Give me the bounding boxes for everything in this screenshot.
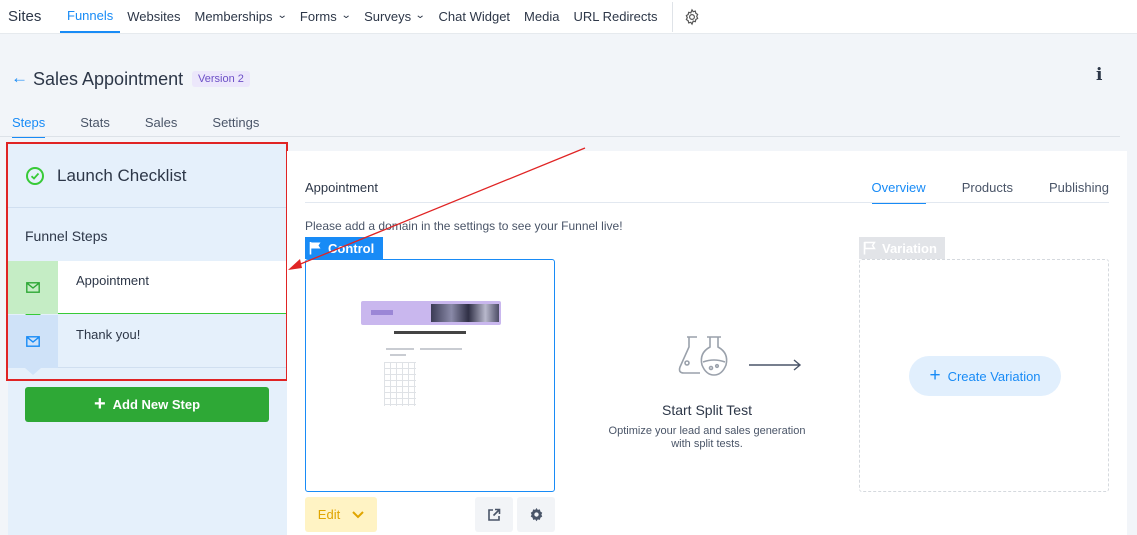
nav-chat-widget-label: Chat Widget xyxy=(438,9,511,24)
mail-icon xyxy=(8,315,58,368)
header-divider xyxy=(0,136,1120,137)
flag-icon xyxy=(309,242,321,255)
create-variation-button[interactable]: + Create Variation xyxy=(909,356,1061,396)
brand-label: Sites xyxy=(8,8,42,25)
step-tabs: Overview Products Publishing xyxy=(836,180,1109,204)
tab-sales[interactable]: Sales xyxy=(145,115,178,138)
chevron-down-icon: ⌄ xyxy=(414,10,426,21)
funnel-step-appointment[interactable]: Appointment xyxy=(8,261,287,321)
control-page-preview[interactable] xyxy=(305,259,555,492)
launch-checklist[interactable]: Launch Checklist xyxy=(8,144,287,208)
nav-websites-label: Websites xyxy=(127,9,181,24)
thumbnail-calendar xyxy=(384,362,416,406)
tab-steps[interactable]: Steps xyxy=(12,115,46,138)
arrow-right-icon xyxy=(749,358,803,375)
control-tag: Control xyxy=(305,237,383,259)
thumbnail-logo xyxy=(371,310,393,315)
nav-chat-widget[interactable]: Chat Widget xyxy=(432,0,518,33)
nav-websites[interactable]: Websites xyxy=(120,0,187,33)
domain-notice: Please add a domain in the settings to s… xyxy=(305,219,623,233)
version-badge: Version 2 xyxy=(192,71,250,87)
mail-icon xyxy=(8,261,58,314)
tab-stats[interactable]: Stats xyxy=(80,115,110,138)
launch-checklist-label: Launch Checklist xyxy=(57,165,187,185)
nav-memberships[interactable]: Memberships ⌄ xyxy=(187,0,292,33)
chevron-down-icon: ⌄ xyxy=(276,10,288,21)
thumbnail-line xyxy=(390,354,406,356)
tab-publishing[interactable]: Publishing xyxy=(1049,180,1109,204)
step-settings-button[interactable] xyxy=(517,497,555,532)
page-tabs: Steps Stats Sales Settings xyxy=(12,115,294,138)
nav-divider xyxy=(671,1,673,32)
chevron-down-icon: ⌄ xyxy=(340,10,352,21)
page-title: Sales Appointment xyxy=(33,69,184,89)
edit-label: Edit xyxy=(317,507,341,522)
split-test-title: Start Split Test xyxy=(661,402,752,418)
funnel-step-label: Thank you! xyxy=(76,327,141,342)
create-variation-label: Create Variation xyxy=(947,368,1041,384)
page-header: ← Sales Appointment Version 2 i Steps St… xyxy=(0,35,1137,138)
funnel-step-thank-you[interactable]: Thank you! xyxy=(8,315,287,375)
variation-placeholder: + Create Variation xyxy=(859,259,1109,492)
variation-tag: Variation xyxy=(859,237,945,259)
thumbnail-line xyxy=(420,348,462,350)
funnel-steps-heading: Funnel Steps xyxy=(25,228,108,244)
step-detail-panel: Appointment Overview Products Publishing… xyxy=(287,151,1127,535)
step-title: Appointment xyxy=(305,180,378,195)
split-test-description: Optimize your lead and sales generation … xyxy=(608,425,806,450)
variation-label: Variation xyxy=(882,240,937,256)
chevron-down-icon xyxy=(352,510,364,518)
gear-icon[interactable] xyxy=(683,8,701,26)
thumbnail-photo xyxy=(431,304,499,322)
nav-url-redirects-label: URL Redirects xyxy=(573,9,658,24)
funnel-sidebar: Launch Checklist Funnel Steps Appointmen… xyxy=(8,144,287,535)
nav-funnels-label: Funnels xyxy=(67,8,114,23)
nav-forms-label: Forms xyxy=(299,9,337,24)
step-pointer xyxy=(25,368,41,375)
flag-icon xyxy=(863,241,876,255)
external-link-icon xyxy=(488,508,501,521)
plus-icon: + xyxy=(929,364,941,386)
top-nav: Sites Funnels Websites Memberships ⌄ Form… xyxy=(0,0,1137,34)
add-new-step-button[interactable]: + Add New Step xyxy=(25,387,269,422)
thumbnail-headline xyxy=(394,331,466,334)
gear-icon xyxy=(530,507,542,522)
page-thumbnail xyxy=(356,298,506,418)
nav-media[interactable]: Media xyxy=(517,0,566,33)
edit-button[interactable]: Edit xyxy=(305,497,377,532)
tab-products[interactable]: Products xyxy=(962,180,1013,204)
tabs-divider xyxy=(305,202,1109,203)
tab-overview[interactable]: Overview xyxy=(871,180,926,204)
nav-surveys[interactable]: Surveys ⌄ xyxy=(357,0,431,33)
tab-settings[interactable]: Settings xyxy=(212,115,259,138)
funnel-step-label: Appointment xyxy=(76,273,149,288)
check-circle-icon xyxy=(26,166,44,185)
nav-url-redirects[interactable]: URL Redirects xyxy=(566,0,664,33)
control-label: Control xyxy=(328,240,375,256)
thumbnail-banner xyxy=(361,301,501,325)
flask-icon xyxy=(677,333,733,382)
nav-surveys-label: Surveys xyxy=(364,9,412,24)
nav-forms[interactable]: Forms ⌄ xyxy=(293,0,357,33)
info-icon[interactable]: i xyxy=(1096,65,1102,85)
nav-media-label: Media xyxy=(524,9,560,24)
plus-icon: + xyxy=(93,392,106,415)
nav-funnels[interactable]: Funnels xyxy=(60,0,121,33)
add-new-step-label: Add New Step xyxy=(112,397,201,412)
thumbnail-line xyxy=(386,348,414,350)
arrow-left-icon[interactable]: ← xyxy=(11,68,28,88)
open-external-button[interactable] xyxy=(475,497,513,532)
nav-memberships-label: Memberships xyxy=(194,9,273,24)
